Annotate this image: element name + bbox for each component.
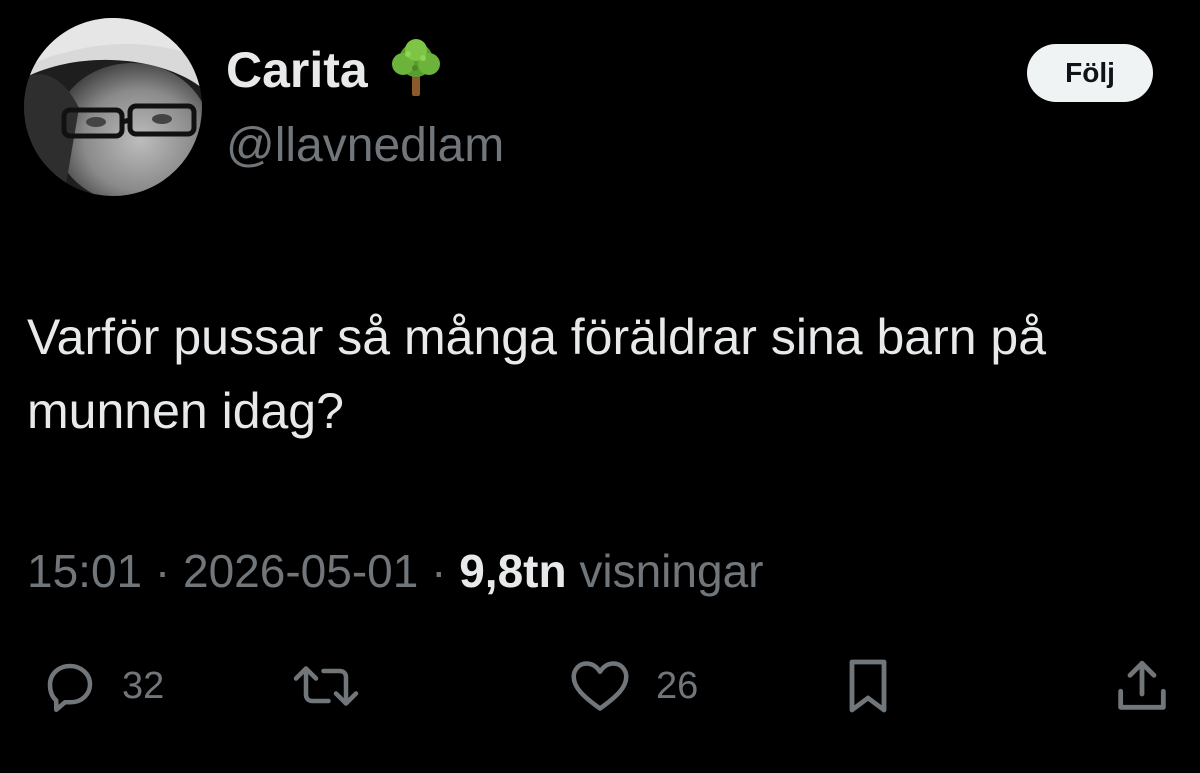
reply-count: 32 (122, 664, 165, 707)
display-name[interactable]: Carita (226, 38, 444, 100)
follow-button[interactable]: Följ (1027, 44, 1153, 102)
retweet-button[interactable] (286, 654, 366, 718)
tweet-meta: 15:01 · 2026-05-01 · 9,8tn visningar (27, 544, 763, 598)
meta-separator: · (154, 545, 171, 597)
reply-icon (40, 656, 100, 716)
views-label[interactable]: visningar (579, 545, 763, 597)
bookmark-icon (836, 654, 900, 718)
meta-separator: · (431, 545, 447, 597)
bookmark-button[interactable] (836, 654, 900, 718)
like-button[interactable]: 26 (566, 654, 698, 718)
share-button[interactable] (1110, 654, 1174, 718)
views-count[interactable]: 9,8tn (459, 545, 566, 597)
tweet-date[interactable]: 2026-05-01 (183, 545, 418, 597)
share-icon (1110, 654, 1174, 718)
tweet-time[interactable]: 15:01 (27, 545, 142, 597)
tweet: Carita @llavnedlam Följ Varför pussar så… (0, 0, 1200, 773)
like-count: 26 (656, 664, 699, 707)
avatar-photo (24, 18, 202, 196)
user-handle[interactable]: @llavnedlam (226, 118, 504, 173)
retweet-icon (286, 656, 366, 716)
heart-icon (566, 656, 634, 716)
follow-button-label: Följ (1065, 57, 1115, 88)
reply-button[interactable]: 32 (40, 654, 164, 718)
avatar[interactable] (24, 18, 202, 196)
display-name-text: Carita (226, 42, 368, 98)
tweet-text: Varför pussar så många föräldrar sina ba… (27, 309, 1047, 439)
deciduous-tree-icon (388, 38, 444, 98)
